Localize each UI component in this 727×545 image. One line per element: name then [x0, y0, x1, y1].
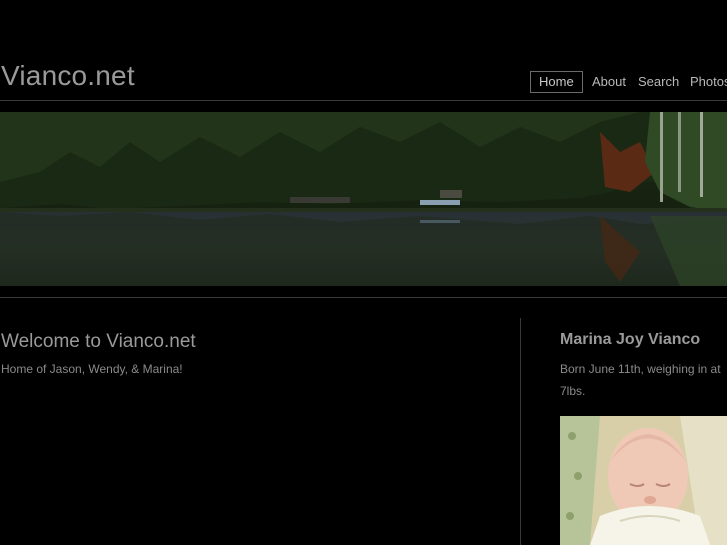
site-title[interactable]: Vianco.net [1, 60, 135, 92]
banner-divider [0, 297, 727, 298]
nav-home[interactable]: Home [530, 71, 583, 93]
nav-about[interactable]: About [592, 72, 626, 92]
welcome-heading: Welcome to Vianco.net [1, 331, 196, 352]
header-divider [0, 100, 727, 101]
baby-photo [560, 416, 727, 545]
nav-photos[interactable]: Photos [690, 72, 727, 92]
sidebar-heading: Marina Joy Vianco [560, 331, 701, 348]
sidebar-text: Born June 11th, weighing in at 7lbs. [560, 362, 721, 398]
column-divider [520, 318, 521, 545]
main-nav: Home About Search Photos [530, 71, 727, 93]
lake-banner-image [0, 112, 727, 286]
nav-search[interactable]: Search [638, 72, 679, 92]
welcome-subtitle: Home of Jason, Wendy, & Marina! [1, 362, 183, 376]
